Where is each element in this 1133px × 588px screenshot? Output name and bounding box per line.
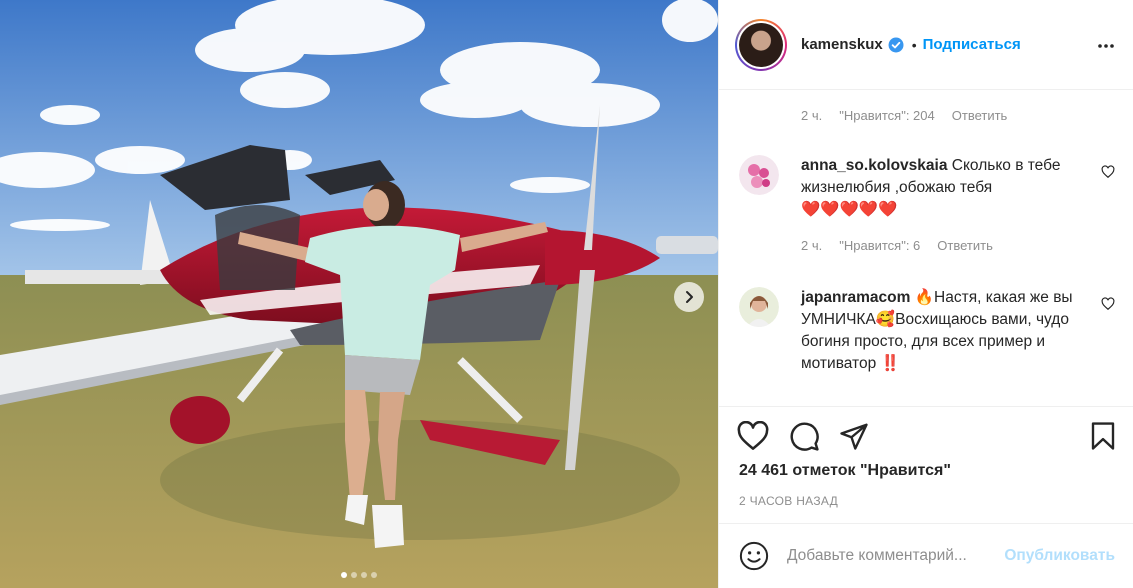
comments-list: 2 ч. "Нравится": 204 Ответить anna_so.ko… [719, 91, 1133, 406]
comment-emoji-love: 🥰 [875, 311, 896, 328]
carousel-dot [351, 572, 357, 578]
post-header: kamenskux • Подписаться [719, 0, 1133, 90]
carousel-dot [371, 572, 377, 578]
add-comment-bar: Опубликовать [719, 523, 1133, 588]
bookmark-icon[interactable] [1089, 421, 1117, 454]
comment-heart-icon[interactable] [1101, 297, 1115, 314]
author-username[interactable]: kamenskux [801, 36, 883, 53]
post-photo[interactable] [0, 0, 718, 588]
chevron-right-icon [686, 291, 693, 303]
photo-airplane-scene [0, 0, 718, 588]
comment-time: 2 ч. [801, 238, 823, 253]
carousel-dot [361, 572, 367, 578]
comment-username[interactable]: anna_so.kolovskaia [801, 157, 947, 174]
comment-body: anna_so.kolovskaia Сколько в тебе жизнел… [801, 155, 1076, 257]
verified-icon [888, 37, 904, 53]
comment-emoji: ❤️❤️❤️❤️❤️ [801, 201, 898, 218]
comment-like-count[interactable]: "Нравится": 6 [839, 235, 920, 257]
carousel-dot [341, 572, 347, 578]
avatar-inner [737, 20, 785, 69]
comment-like-count[interactable]: "Нравится": 204 [839, 108, 935, 123]
comment-username[interactable]: japanramacom [801, 289, 910, 306]
post-actions-bar [719, 406, 1133, 466]
reply-button[interactable]: Ответить [937, 235, 993, 257]
heart-icon[interactable] [737, 420, 769, 454]
publish-button[interactable]: Опубликовать [1004, 547, 1115, 565]
avatar-image [739, 22, 783, 67]
comment-input[interactable] [787, 547, 999, 565]
comment-meta-row: 2 ч. "Нравится": 204 Ответить [801, 108, 1007, 123]
post-timestamp[interactable]: 2 ЧАСОВ НАЗАД [739, 494, 838, 508]
comment-time: 2 ч. [801, 108, 823, 123]
comment-body: japanramacom 🔥Настя, какая же вы УМНИЧКА… [801, 287, 1076, 375]
emoji-icon[interactable] [739, 541, 769, 571]
comment-meta-row: 2 ч. "Нравится": 6 Ответить [801, 235, 1076, 257]
separator-dot: • [911, 36, 917, 53]
instagram-post: kamenskux • Подписаться 2 ч. "Нравится":… [0, 0, 1133, 588]
commenter-avatar[interactable] [739, 155, 779, 195]
follow-button[interactable]: Подписаться [923, 36, 1021, 53]
comment-item: anna_so.kolovskaia Сколько в тебе жизнел… [739, 155, 1115, 257]
commenter-avatar[interactable] [739, 287, 779, 327]
comment-emoji-fire: 🔥 [914, 289, 935, 306]
reply-button[interactable]: Ответить [952, 108, 1008, 123]
comment-emoji-exclamation: ‼️ [880, 355, 900, 372]
carousel-next-button[interactable] [674, 282, 704, 312]
post-side-panel: kamenskux • Подписаться 2 ч. "Нравится":… [718, 0, 1133, 588]
more-icon[interactable] [1097, 36, 1115, 52]
share-icon[interactable] [839, 421, 869, 454]
author-avatar[interactable] [735, 18, 787, 71]
likes-count[interactable]: 24 461 отметок "Нравится" [739, 462, 951, 480]
carousel-indicators [0, 572, 718, 578]
comment-icon[interactable] [789, 421, 820, 455]
comment-heart-icon[interactable] [1101, 165, 1115, 182]
comment-item: japanramacom 🔥Настя, какая же вы УМНИЧКА… [739, 287, 1115, 375]
